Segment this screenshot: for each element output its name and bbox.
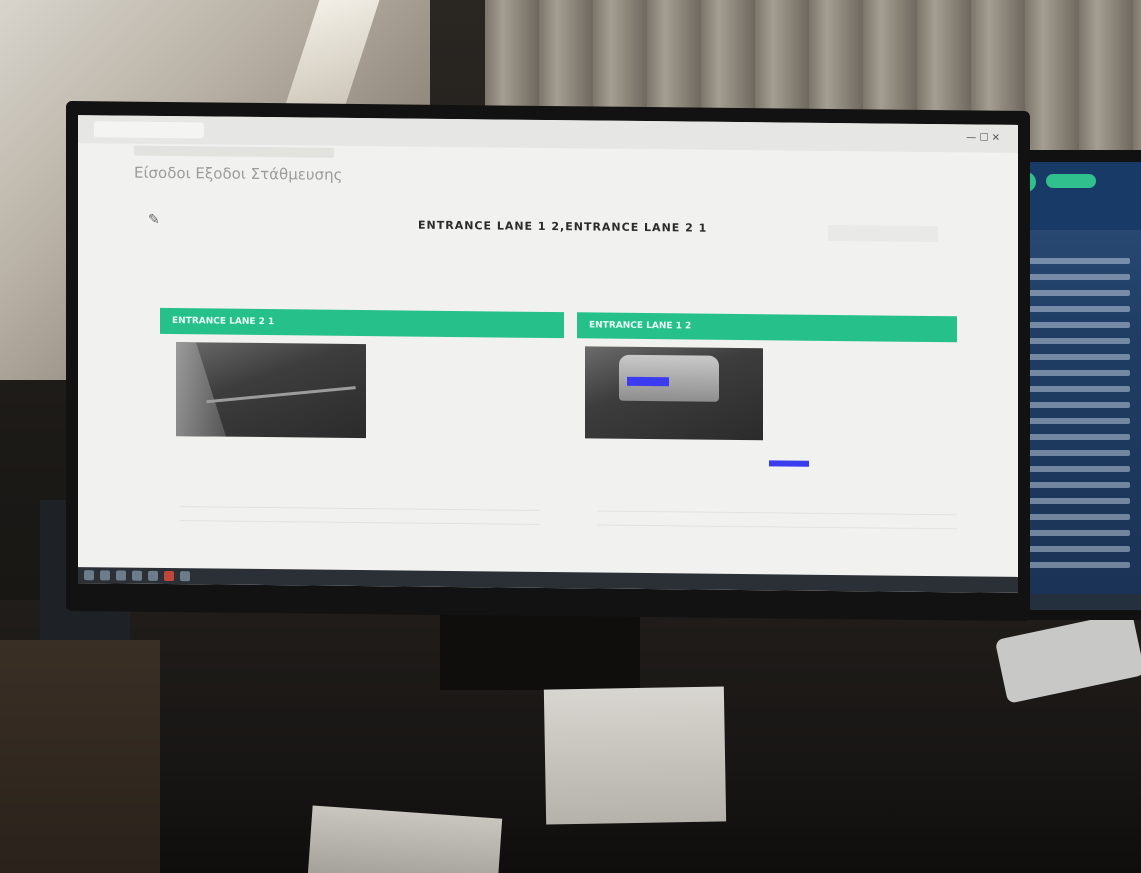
lane-panel-right: ENTRANCE LANE 1 2 bbox=[577, 312, 957, 581]
main-monitor: — ☐ ✕ Είσοδοι Εξοδοι Στάθμευσης ✎ ENTRAN… bbox=[66, 100, 1030, 622]
paper-sheet bbox=[543, 686, 727, 825]
camera-wall bbox=[176, 342, 226, 437]
taskbar-app-icon[interactable] bbox=[180, 571, 190, 582]
top-action-button[interactable] bbox=[828, 224, 938, 243]
taskbar-app-icon[interactable] bbox=[148, 570, 158, 581]
menu-item[interactable] bbox=[1020, 306, 1130, 312]
menu-item[interactable] bbox=[1020, 354, 1130, 360]
header-pill bbox=[1046, 174, 1096, 188]
lane-panel-left: ENTRANCE LANE 2 1 bbox=[160, 307, 564, 577]
camera-snapshot[interactable] bbox=[585, 346, 763, 441]
plate-value-chip bbox=[769, 460, 809, 467]
pencil-icon[interactable]: ✎ bbox=[148, 212, 160, 228]
app-title: Είσοδοι Εξοδοι Στάθμευσης bbox=[134, 163, 343, 184]
menu-item[interactable] bbox=[1020, 546, 1130, 552]
menu-item[interactable] bbox=[1020, 418, 1130, 424]
lane-header: ENTRANCE LANE 2 1 bbox=[160, 307, 564, 339]
start-icon[interactable] bbox=[84, 570, 94, 581]
taskbar-app-icon[interactable] bbox=[132, 570, 142, 581]
menu-item[interactable] bbox=[1020, 258, 1130, 264]
menu-item[interactable] bbox=[1020, 370, 1130, 376]
page-title: ENTRANCE LANE 1 2,ENTRANCE LANE 2 1 bbox=[418, 218, 708, 235]
menu-item[interactable] bbox=[1020, 322, 1130, 328]
lane-secondary-button[interactable] bbox=[180, 520, 540, 535]
lane-secondary-button[interactable] bbox=[597, 524, 957, 540]
lane-action-button[interactable] bbox=[180, 506, 540, 521]
menu-item[interactable] bbox=[1020, 434, 1130, 440]
lane-title: ENTRANCE LANE 1 2 bbox=[589, 320, 692, 332]
menu-item[interactable] bbox=[1020, 338, 1130, 344]
menu-item[interactable] bbox=[1020, 498, 1130, 504]
menu-item[interactable] bbox=[1020, 562, 1130, 568]
menu-item[interactable] bbox=[1020, 530, 1130, 536]
photo-scene: — ☐ ✕ Είσοδοι Εξοδοι Στάθμευσης ✎ ENTRAN… bbox=[0, 0, 1141, 873]
taskbar-app-icon[interactable] bbox=[116, 570, 126, 581]
menu-item[interactable] bbox=[1020, 274, 1130, 280]
menu-item[interactable] bbox=[1020, 466, 1130, 472]
menu-item[interactable] bbox=[1020, 386, 1130, 392]
address-bar[interactable] bbox=[134, 145, 334, 158]
window-light-stripe bbox=[280, 0, 380, 120]
taskbar-app-icon[interactable] bbox=[100, 570, 110, 581]
menu-item[interactable] bbox=[1020, 402, 1130, 408]
lane-title: ENTRANCE LANE 2 1 bbox=[172, 316, 275, 328]
license-plate-highlight bbox=[627, 376, 669, 387]
camera-snapshot[interactable] bbox=[176, 342, 366, 439]
window-controls[interactable]: — ☐ ✕ bbox=[966, 132, 1000, 143]
lane-header: ENTRANCE LANE 1 2 bbox=[577, 312, 957, 343]
taskbar-app-icon[interactable] bbox=[164, 570, 174, 582]
main-screen: — ☐ ✕ Είσοδοι Εξοδοι Στάθμευσης ✎ ENTRAN… bbox=[78, 115, 1018, 593]
camera-road-line bbox=[206, 386, 356, 404]
browser-tab[interactable] bbox=[94, 121, 204, 139]
menu-item[interactable] bbox=[1020, 514, 1130, 520]
menu-item[interactable] bbox=[1020, 482, 1130, 488]
lane-action-button[interactable] bbox=[597, 510, 957, 526]
menu-item[interactable] bbox=[1020, 290, 1130, 296]
desk-left-area bbox=[0, 640, 160, 873]
menu-item[interactable] bbox=[1020, 450, 1130, 456]
